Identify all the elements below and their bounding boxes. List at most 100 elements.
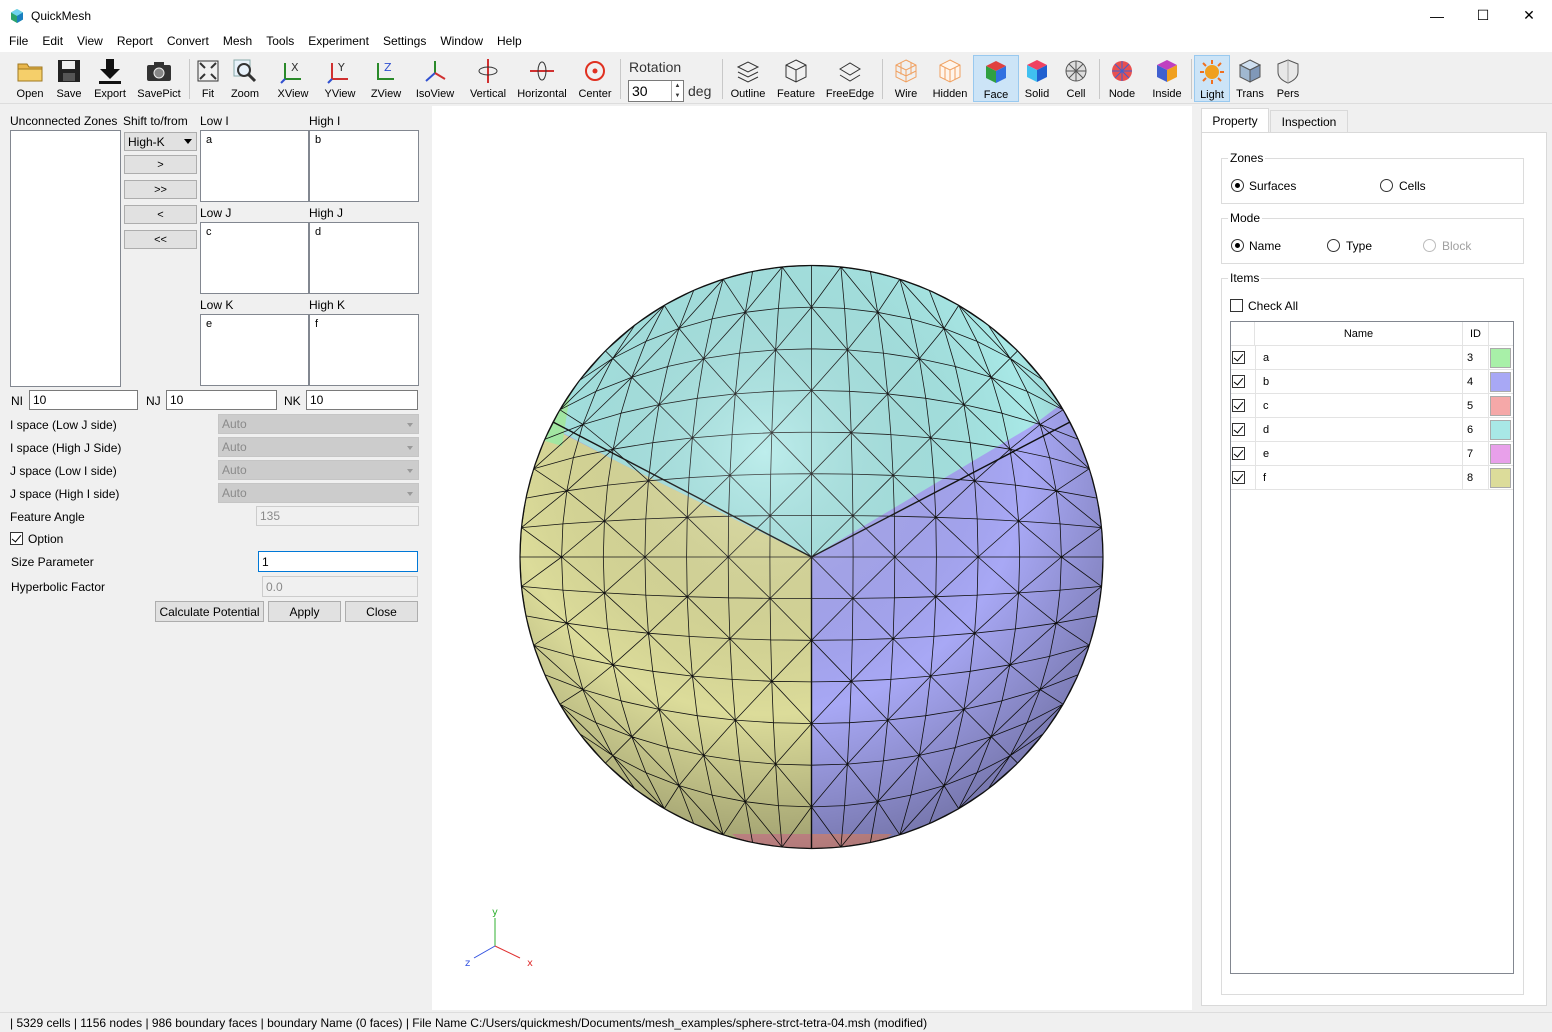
remove-button[interactable]: < bbox=[124, 205, 197, 224]
wire-button[interactable]: Wire bbox=[888, 55, 924, 102]
ispace-low-j-select[interactable]: Auto bbox=[218, 414, 419, 434]
low-i-list[interactable]: a bbox=[200, 130, 309, 202]
center-button[interactable]: Center bbox=[576, 55, 614, 102]
rotation-angle-input[interactable]: 30 ▲ ▼ bbox=[628, 80, 684, 102]
menu-tools[interactable]: Tools bbox=[259, 31, 301, 52]
jspace-low-i-select[interactable]: Auto bbox=[218, 460, 419, 480]
table-row[interactable]: b 4 bbox=[1231, 370, 1513, 394]
table-row[interactable]: f 8 bbox=[1231, 466, 1513, 490]
zone-color-swatch[interactable] bbox=[1490, 396, 1511, 416]
menu-file[interactable]: File bbox=[2, 31, 35, 52]
list-item[interactable]: b bbox=[310, 131, 418, 149]
save-button[interactable]: Save bbox=[52, 55, 86, 102]
table-row[interactable]: a 3 bbox=[1231, 346, 1513, 370]
close-button[interactable]: Close bbox=[345, 601, 418, 622]
row-checkbox[interactable] bbox=[1232, 447, 1245, 460]
list-item[interactable]: d bbox=[310, 223, 418, 241]
ispace-high-j-select[interactable]: Auto bbox=[218, 437, 419, 457]
table-row[interactable]: e 7 bbox=[1231, 442, 1513, 466]
minimize-button[interactable]: — bbox=[1414, 0, 1460, 31]
row-checkbox[interactable] bbox=[1232, 375, 1245, 388]
unconnected-zones-list[interactable] bbox=[10, 130, 121, 387]
menu-settings[interactable]: Settings bbox=[376, 31, 433, 52]
menu-mesh[interactable]: Mesh bbox=[216, 31, 259, 52]
tab-property[interactable]: Property bbox=[1201, 108, 1269, 132]
xview-button[interactable]: X XView bbox=[274, 55, 312, 102]
menu-convert[interactable]: Convert bbox=[160, 31, 216, 52]
shift-target-select[interactable]: High-K bbox=[124, 132, 197, 151]
zview-button[interactable]: Z ZView bbox=[367, 55, 405, 102]
zone-color-swatch[interactable] bbox=[1490, 420, 1511, 440]
list-item[interactable]: e bbox=[201, 315, 308, 333]
size-parameter-input[interactable]: 1 bbox=[258, 551, 418, 572]
menu-experiment[interactable]: Experiment bbox=[301, 31, 376, 52]
feature-button[interactable]: Feature bbox=[775, 55, 817, 102]
option-checkbox[interactable] bbox=[10, 532, 23, 545]
table-row[interactable]: d 6 bbox=[1231, 418, 1513, 442]
rotation-spinner[interactable]: ▲ ▼ bbox=[671, 81, 683, 101]
menu-report[interactable]: Report bbox=[110, 31, 160, 52]
face-button[interactable]: Face bbox=[973, 55, 1019, 102]
zone-color-swatch[interactable] bbox=[1490, 444, 1511, 464]
maximize-button[interactable]: ☐ bbox=[1460, 0, 1506, 31]
row-checkbox[interactable] bbox=[1232, 351, 1245, 364]
column-header-name[interactable]: Name bbox=[1255, 322, 1463, 346]
menu-view[interactable]: View bbox=[70, 31, 110, 52]
mode-type-radio[interactable] bbox=[1327, 239, 1340, 252]
jspace-high-i-select[interactable]: Auto bbox=[218, 483, 419, 503]
close-window-button[interactable]: ✕ bbox=[1506, 0, 1552, 31]
row-checkbox[interactable] bbox=[1232, 471, 1245, 484]
pers-button[interactable]: Pers bbox=[1272, 55, 1304, 102]
menu-help[interactable]: Help bbox=[490, 31, 529, 52]
mesh-sphere[interactable]: y x z bbox=[432, 106, 1192, 1010]
hyperbolic-factor-input[interactable]: 0.0 bbox=[262, 576, 418, 597]
check-all-checkbox[interactable] bbox=[1230, 299, 1243, 312]
outline-button[interactable]: Outline bbox=[728, 55, 768, 102]
row-checkbox[interactable] bbox=[1232, 423, 1245, 436]
nk-input[interactable]: 10 bbox=[306, 390, 418, 410]
cell-button[interactable]: Cell bbox=[1060, 55, 1092, 102]
high-j-list[interactable]: d bbox=[309, 222, 419, 294]
cells-radio[interactable] bbox=[1380, 179, 1393, 192]
node-button[interactable]: Node bbox=[1104, 55, 1140, 102]
ni-input[interactable]: 10 bbox=[29, 390, 138, 410]
zoom-button[interactable]: Zoom bbox=[229, 55, 261, 102]
add-all-button[interactable]: >> bbox=[124, 180, 197, 199]
isoview-button[interactable]: IsoView bbox=[413, 55, 457, 102]
inside-button[interactable]: Inside bbox=[1148, 55, 1186, 102]
3d-viewport[interactable]: y x z bbox=[432, 106, 1192, 1010]
menu-edit[interactable]: Edit bbox=[35, 31, 70, 52]
fit-button[interactable]: Fit bbox=[194, 55, 222, 102]
low-k-list[interactable]: e bbox=[200, 314, 309, 386]
yview-button[interactable]: Y YView bbox=[320, 55, 360, 102]
low-j-list[interactable]: c bbox=[200, 222, 309, 294]
mode-block-radio[interactable] bbox=[1423, 239, 1436, 252]
tab-inspection[interactable]: Inspection bbox=[1270, 110, 1348, 132]
high-i-list[interactable]: b bbox=[309, 130, 419, 202]
list-item[interactable]: a bbox=[201, 131, 308, 149]
horizontal-rotate-button[interactable]: Horizontal bbox=[516, 55, 568, 102]
nj-input[interactable]: 10 bbox=[166, 390, 277, 410]
solid-button[interactable]: Solid bbox=[1021, 55, 1053, 102]
apply-button[interactable]: Apply bbox=[268, 601, 341, 622]
remove-all-button[interactable]: << bbox=[124, 230, 197, 249]
list-item[interactable]: f bbox=[310, 315, 418, 333]
hidden-button[interactable]: Hidden bbox=[929, 55, 971, 102]
zone-color-swatch[interactable] bbox=[1490, 348, 1511, 368]
table-row[interactable]: c 5 bbox=[1231, 394, 1513, 418]
savepict-button[interactable]: SavePict bbox=[136, 55, 182, 102]
row-checkbox[interactable] bbox=[1232, 399, 1245, 412]
zone-color-swatch[interactable] bbox=[1490, 372, 1511, 392]
menu-window[interactable]: Window bbox=[433, 31, 490, 52]
column-header-id[interactable]: ID bbox=[1463, 322, 1489, 346]
export-button[interactable]: Export bbox=[91, 55, 129, 102]
vertical-rotate-button[interactable]: Vertical bbox=[466, 55, 510, 102]
high-k-list[interactable]: f bbox=[309, 314, 419, 386]
light-button[interactable]: Light bbox=[1194, 55, 1230, 102]
surfaces-radio[interactable] bbox=[1231, 179, 1244, 192]
add-button[interactable]: > bbox=[124, 155, 197, 174]
feature-angle-input[interactable]: 135 bbox=[256, 506, 419, 526]
calculate-potential-button[interactable]: Calculate Potential bbox=[155, 601, 264, 622]
trans-button[interactable]: Trans bbox=[1233, 55, 1267, 102]
list-item[interactable]: c bbox=[201, 223, 308, 241]
